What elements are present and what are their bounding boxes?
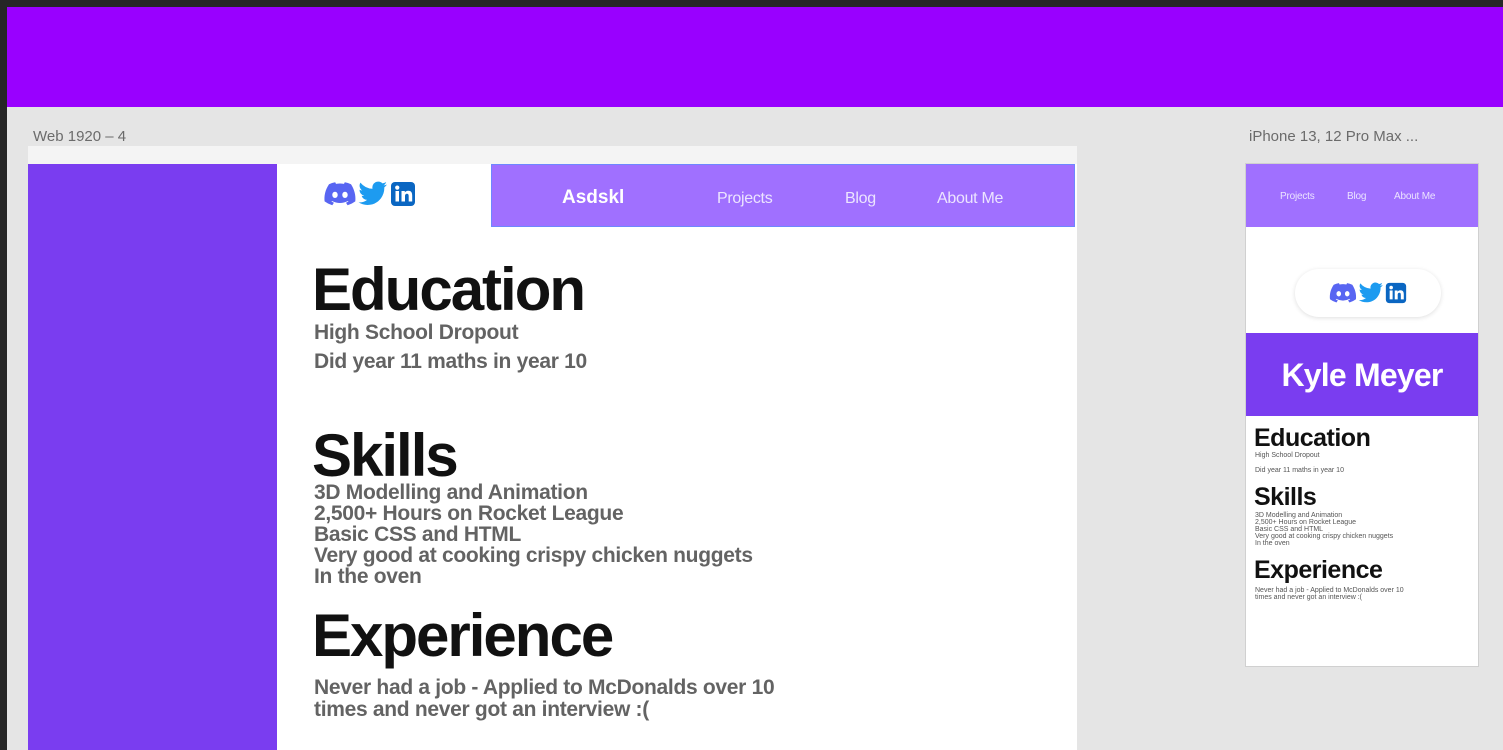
- mobile-artboard[interactable]: Projects Blog About Me Kyle Meyer Educat…: [1245, 163, 1479, 667]
- twitter-icon[interactable]: [1358, 282, 1384, 304]
- skills-list: 3D Modelling and Animation 2,500+ Hours …: [1255, 512, 1393, 547]
- experience-heading: Experience: [1254, 556, 1383, 584]
- desktop-page: Asdskl Projects Blog About Me Education …: [277, 164, 1077, 750]
- education-line: Did year 11 maths in year 10: [1255, 467, 1344, 474]
- skills-list: 3D Modelling and Animation 2,500+ Hours …: [314, 482, 753, 587]
- desktop-frame-label[interactable]: Web 1920 – 4: [33, 128, 126, 145]
- nav-link-projects[interactable]: Projects: [1280, 191, 1315, 202]
- mobile-frame-label[interactable]: iPhone 13, 12 Pro Max ...: [1249, 128, 1418, 145]
- list-item: In the oven: [314, 565, 422, 588]
- list-item: 3D Modelling and Animation: [1255, 512, 1343, 519]
- experience-line: Never had a job - Applied to McDonalds o…: [314, 676, 775, 699]
- left-sidebar: [28, 164, 277, 750]
- desktop-artboard[interactable]: Asdskl Projects Blog About Me Education …: [28, 146, 1077, 750]
- list-item: Basic CSS and HTML: [1255, 526, 1324, 533]
- list-item: In the oven: [1255, 540, 1290, 547]
- nav-link-blog[interactable]: Blog: [845, 190, 876, 208]
- desktop-nav-bar: Asdskl Projects Blog About Me: [491, 164, 1075, 227]
- education-heading: Education: [1254, 424, 1371, 452]
- profile-name: Kyle Meyer: [1281, 357, 1444, 393]
- name-banner: Kyle Meyer: [1246, 333, 1478, 416]
- education-line: Did year 11 maths in year 10: [314, 350, 587, 373]
- list-item: 3D Modelling and Animation: [314, 481, 588, 504]
- list-item: Very good at cooking crispy chicken nugg…: [314, 544, 753, 567]
- design-canvas: Web 1920 – 4 iPhone 13, 12 Pro Max ... A…: [7, 7, 1503, 750]
- education-heading: Education: [312, 256, 586, 323]
- linkedin-icon[interactable]: [1385, 282, 1407, 304]
- discord-icon[interactable]: [324, 181, 356, 207]
- mobile-nav-bar: Projects Blog About Me: [1246, 164, 1478, 227]
- linkedin-icon[interactable]: [390, 181, 416, 207]
- experience-line: times and never got an interview :(: [314, 698, 649, 721]
- education-line: High School Dropout: [1255, 452, 1320, 459]
- discord-icon[interactable]: [1329, 282, 1357, 304]
- list-item: 2,500+ Hours on Rocket League: [1255, 519, 1356, 526]
- nav-link-about-me[interactable]: About Me: [937, 190, 1003, 208]
- brand-link[interactable]: Asdskl: [562, 187, 624, 209]
- social-icons: [324, 181, 416, 207]
- list-item: Basic CSS and HTML: [314, 523, 521, 546]
- top-banner: [7, 7, 1503, 107]
- skills-heading: Skills: [312, 422, 459, 489]
- nav-link-about-me[interactable]: About Me: [1394, 191, 1435, 202]
- nav-link-projects[interactable]: Projects: [717, 190, 773, 208]
- education-line: High School Dropout: [314, 321, 519, 344]
- experience-line: times and never got an interview :(: [1255, 594, 1362, 601]
- nav-link-blog[interactable]: Blog: [1347, 191, 1366, 202]
- skills-heading: Skills: [1254, 483, 1317, 511]
- list-item: 2,500+ Hours on Rocket League: [314, 502, 624, 525]
- list-item: Very good at cooking crispy chicken nugg…: [1255, 533, 1394, 540]
- experience-heading: Experience: [312, 602, 614, 669]
- social-icons-pill: [1295, 269, 1441, 317]
- twitter-icon[interactable]: [358, 181, 388, 207]
